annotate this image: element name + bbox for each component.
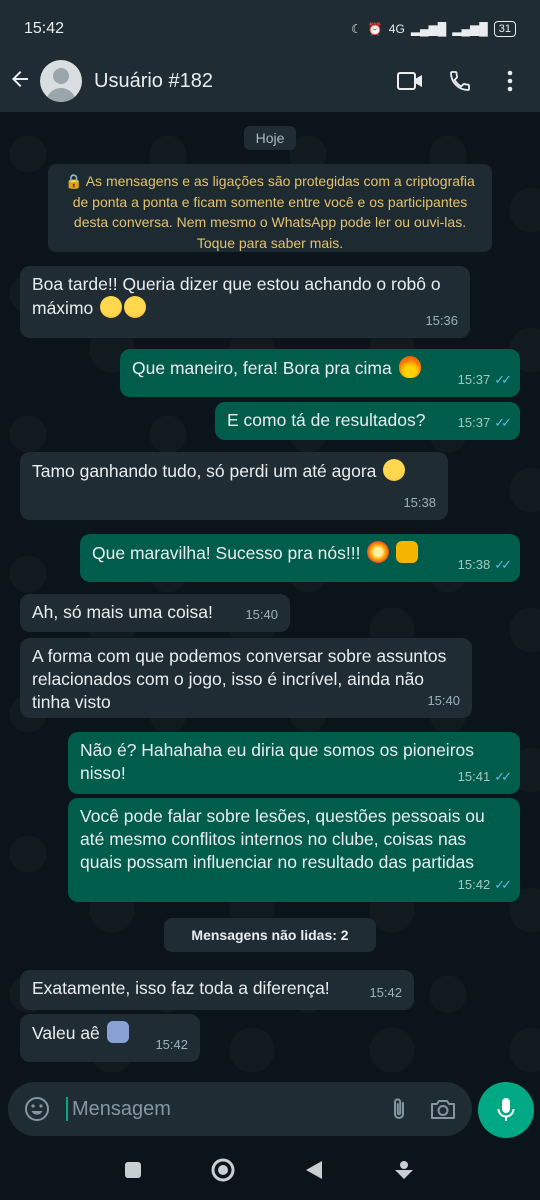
more-options-icon[interactable]: [490, 61, 530, 101]
grinning-emoji-icon: [383, 459, 406, 481]
read-ticks-icon: ✓✓: [494, 769, 512, 784]
contact-name[interactable]: Usuário #182: [94, 70, 390, 93]
message-time: 15:36: [425, 313, 458, 328]
message-meta: 15:42 ✓✓: [457, 873, 512, 896]
date-chip: Hoje: [244, 126, 296, 150]
message-time: 15:37: [457, 372, 491, 387]
message-time: 15:40: [245, 607, 278, 622]
recents-square-icon[interactable]: [124, 1161, 142, 1184]
message-meta: 15:37 ✓✓: [457, 368, 512, 391]
read-ticks-icon: ✓✓: [494, 415, 512, 430]
message-text: A forma com que podemos conversar sobre …: [32, 646, 447, 712]
back-triangle-icon[interactable]: [304, 1159, 324, 1186]
message-text: Boa tarde!! Queria dizer que estou achan…: [32, 274, 441, 318]
network-label: 4G: [388, 22, 405, 36]
message-incoming[interactable]: Boa tarde!! Queria dizer que estou achan…: [20, 266, 470, 338]
message-text: Que maravilha! Sucesso pra nós!!!: [92, 543, 361, 563]
signal-icon: ▂▄▆█: [410, 22, 447, 36]
read-ticks-icon: ✓✓: [494, 372, 512, 387]
microphone-icon: [497, 1098, 515, 1121]
message-incoming[interactable]: Valeu aê 15:42: [20, 1014, 200, 1062]
message-meta: 15:38 ✓✓: [457, 553, 512, 576]
composer-bar: Mensagem: [0, 1080, 540, 1144]
status-icons: ☾ ⏰ 4G ▂▄▆█ ▂▄▆█ 31: [351, 21, 516, 37]
dnd-icon: ☾: [351, 22, 362, 36]
message-incoming[interactable]: Exatamente, isso faz toda a diferença! 1…: [20, 970, 414, 1010]
message-text: Valeu aê: [32, 1023, 100, 1043]
message-placeholder: Mensagem: [66, 1097, 382, 1121]
message-text: Não é? Hahahaha eu diria que somos os pi…: [80, 740, 475, 783]
collision-emoji-icon: [367, 541, 390, 563]
message-meta: 15:41 ✓✓: [457, 765, 512, 788]
message-text: Você pode falar sobre lesões, questões p…: [80, 806, 485, 872]
message-text: Que maneiro, fera! Bora pra cima: [132, 358, 392, 378]
message-text: E como tá de resultados?: [227, 410, 426, 430]
message-time: 15:37: [457, 415, 491, 430]
encryption-notice[interactable]: 🔒 As mensagens e as ligações são protegi…: [48, 164, 492, 252]
avatar[interactable]: [40, 60, 82, 102]
system-nav-bar: [0, 1144, 540, 1200]
phone-call-icon[interactable]: [440, 61, 480, 101]
status-time: 15:42: [24, 20, 65, 37]
message-time: 15:41: [457, 769, 491, 784]
message-time: 15:42: [369, 985, 402, 1000]
message-text: Ah, só mais uma coisa!: [32, 602, 213, 622]
unread-messages-chip: Mensagens não lidas: 2: [164, 918, 376, 952]
chat-area[interactable]: Hoje 🔒 As mensagens e as ligações são pr…: [0, 112, 540, 1074]
message-outgoing[interactable]: Você pode falar sobre lesões, questões p…: [68, 798, 520, 902]
hugging-people-emoji-icon: [106, 1021, 129, 1043]
chat-header: Usuário #182: [0, 50, 540, 112]
message-outgoing[interactable]: Que maneiro, fera! Bora pra cima 15:37 ✓✓: [120, 349, 520, 397]
message-incoming[interactable]: Tamo ganhando tudo, só perdi um até agor…: [20, 452, 448, 520]
message-text: Exatamente, isso faz toda a diferença!: [32, 978, 330, 998]
fire-emoji-icon: [398, 356, 421, 378]
message-time: 15:40: [427, 693, 460, 708]
attach-icon[interactable]: [382, 1092, 416, 1126]
emoji-icon[interactable]: [20, 1092, 54, 1126]
message-text: Tamo ganhando tudo, só perdi um até agor…: [32, 461, 377, 481]
message-time: 15:38: [457, 557, 491, 572]
alarm-off-icon: ⏰: [367, 22, 383, 36]
battery-icon: 31: [493, 21, 516, 37]
read-ticks-icon: ✓✓: [494, 877, 512, 892]
message-incoming[interactable]: Ah, só mais uma coisa! 15:40: [20, 594, 290, 632]
camera-icon[interactable]: [426, 1092, 460, 1126]
keyboard-hide-icon[interactable]: [392, 1158, 416, 1187]
read-ticks-icon: ✓✓: [494, 557, 512, 572]
message-outgoing[interactable]: Que maravilha! Sucesso pra nós!!! 15:38 ✓…: [80, 534, 520, 582]
message-input[interactable]: Mensagem: [8, 1082, 472, 1136]
laughing-emoji-icon: [124, 296, 147, 318]
message-incoming[interactable]: A forma com que podemos conversar sobre …: [20, 638, 472, 718]
message-time: 15:38: [403, 495, 436, 510]
message-meta: 15:37 ✓✓: [457, 411, 512, 434]
message-outgoing[interactable]: E como tá de resultados? 15:37 ✓✓: [215, 402, 520, 440]
laughing-emoji-icon: [100, 296, 123, 318]
message-time: 15:42: [155, 1037, 188, 1052]
back-arrow-icon[interactable]: [8, 67, 34, 95]
signal-icon-2: ▂▄▆█: [452, 22, 488, 36]
message-outgoing[interactable]: Não é? Hahahaha eu diria que somos os pi…: [68, 732, 520, 794]
home-circle-icon[interactable]: [210, 1157, 236, 1188]
fist-emoji-icon: [396, 541, 419, 563]
video-call-icon[interactable]: [390, 61, 430, 101]
message-time: 15:42: [457, 877, 491, 892]
microphone-button[interactable]: [478, 1082, 534, 1138]
